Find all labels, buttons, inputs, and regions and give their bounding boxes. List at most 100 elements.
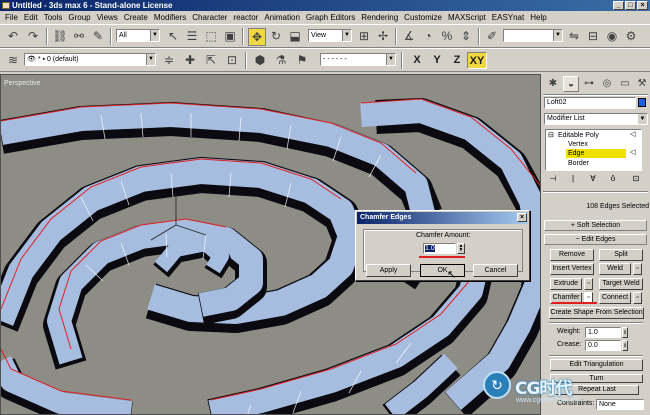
utilities-tab-icon[interactable]: ⚒ <box>634 76 650 92</box>
curve-dropdown[interactable]: - - - - - - ▼ <box>320 53 396 66</box>
viewport-label[interactable]: Perspective <box>4 80 41 87</box>
axis-xy-button[interactable]: XY <box>467 52 487 69</box>
edit-edges-rollout[interactable]: − Edit Edges <box>544 234 647 245</box>
cancel-button[interactable]: Cancel <box>473 264 518 277</box>
collapse-icon[interactable]: ⊟ <box>548 131 554 140</box>
app-icon[interactable] <box>2 2 10 9</box>
layer-manager-icon[interactable]: ≋ <box>5 52 21 68</box>
menu-maxscript[interactable]: MAXScript <box>445 13 489 22</box>
select-and-scale-icon[interactable]: ⬓ <box>287 28 303 44</box>
reactor-cloth-icon[interactable]: ⬢ <box>252 52 268 68</box>
unlink-icon[interactable]: ⚯ <box>71 28 87 44</box>
menu-character[interactable]: Character <box>189 13 230 22</box>
reactor-collection-icon[interactable]: ⚑ <box>294 52 310 68</box>
display-tab-icon[interactable]: ▭ <box>617 76 633 92</box>
weight-field[interactable]: 1.0 <box>585 327 621 338</box>
menu-modifiers[interactable]: Modifiers <box>151 13 189 22</box>
angle-snap-icon[interactable]: ◔ <box>420 28 436 44</box>
select-and-link-icon[interactable]: ⛓ <box>52 28 68 44</box>
menu-file[interactable]: File <box>2 13 21 22</box>
named-selection-icon[interactable]: ✐ <box>484 28 500 44</box>
remove-modifier-icon[interactable]: ō <box>606 174 620 186</box>
crease-field[interactable]: 0.0 <box>585 340 621 351</box>
bind-space-warp-icon[interactable]: ✎ <box>90 28 106 44</box>
redo-icon[interactable]: ↷ <box>25 28 41 44</box>
stack-item-border[interactable]: Border <box>568 159 589 168</box>
menu-reactor[interactable]: reactor <box>230 13 261 22</box>
menu-easynat[interactable]: EASYnat <box>489 13 527 22</box>
select-and-rotate-icon[interactable]: ↻ <box>268 28 284 44</box>
maximize-icon[interactable]: □ <box>625 1 636 10</box>
render-scene-icon[interactable]: ⚙ <box>623 28 639 44</box>
modifier-list-dropdown[interactable]: Modifier List ▼ <box>544 113 648 125</box>
create-tab-icon[interactable]: ✱ <box>545 76 561 92</box>
snap-toggle-icon[interactable]: ∡ <box>401 28 417 44</box>
extrude-settings-button[interactable]: ▫ <box>584 278 593 290</box>
pivot-center-icon[interactable]: ⊞ <box>356 28 372 44</box>
weight-spinner[interactable]: ⇕ <box>622 327 628 338</box>
layer-dropdown[interactable]: 👁 * ▪ 0 (default) ▼ <box>24 53 156 66</box>
named-selection-dropdown[interactable]: ▼ <box>503 29 563 42</box>
chamfer-amount-spinner[interactable]: 1.0 ▲ ▼ <box>423 243 465 254</box>
soft-selection-rollout[interactable]: + Soft Selection <box>544 220 647 231</box>
rectangular-selection-icon[interactable]: ⬚ <box>203 28 219 44</box>
menu-tools[interactable]: Tools <box>41 13 66 22</box>
eye-icon[interactable]: 👁 <box>27 56 38 63</box>
reference-coordinate-dropdown[interactable]: View ▼ <box>308 29 352 42</box>
extrude-button[interactable]: Extrude <box>550 278 582 290</box>
select-and-manipulate-icon[interactable]: ✢ <box>375 28 391 44</box>
undo-icon[interactable]: ↶ <box>5 28 21 44</box>
axis-x-button[interactable]: X <box>408 52 426 69</box>
axis-y-button[interactable]: Y <box>428 52 446 69</box>
menu-edit[interactable]: Edit <box>21 13 41 22</box>
target-weld-button[interactable]: Target Weld <box>599 278 643 290</box>
align-icon[interactable]: ⊟ <box>585 28 601 44</box>
select-layer-objects-icon[interactable]: ⇱ <box>203 52 219 68</box>
axis-z-button[interactable]: Z <box>448 52 466 69</box>
motion-tab-icon[interactable]: ◎ <box>599 76 615 92</box>
create-shape-button[interactable]: Create Shape From Selection <box>549 307 644 319</box>
connect-button[interactable]: Connect <box>599 292 631 304</box>
window-crossing-icon[interactable]: ▣ <box>222 28 238 44</box>
pin-stack-icon[interactable]: ⊣ <box>546 174 560 186</box>
remove-button[interactable]: Remove <box>550 249 594 261</box>
show-end-result-icon[interactable]: | <box>566 174 580 186</box>
make-unique-icon[interactable]: ∀ <box>586 174 600 186</box>
add-to-layer-icon[interactable]: ≑ <box>161 52 177 68</box>
crease-spinner[interactable]: ⇕ <box>622 340 628 351</box>
stack-item-edge[interactable]: Edge <box>566 149 626 158</box>
set-current-layer-icon[interactable]: ⊡ <box>224 52 240 68</box>
object-color-swatch[interactable] <box>638 98 646 107</box>
minimize-icon[interactable]: _ <box>613 1 624 10</box>
weld-button[interactable]: Weld <box>599 263 631 275</box>
select-and-move-icon[interactable]: ✥ <box>248 28 266 46</box>
apply-button[interactable]: Apply <box>366 264 411 277</box>
menu-animation[interactable]: Animation <box>261 13 303 22</box>
reactor-rope-icon[interactable]: ⚗ <box>273 52 289 68</box>
chamfer-amount-field[interactable]: 1.0 <box>423 243 456 254</box>
stack-item-vertex[interactable]: Vertex <box>568 140 588 149</box>
connect-settings-button[interactable]: ▫ <box>633 292 642 304</box>
stack-item-editable-poly[interactable]: Editable Poly <box>558 131 599 140</box>
object-name-field[interactable]: Loft02 <box>544 97 636 109</box>
create-layer-icon[interactable]: ✚ <box>182 52 198 68</box>
menu-create[interactable]: Create <box>121 13 151 22</box>
menu-graph-editors[interactable]: Graph Editors <box>303 13 358 22</box>
percent-snap-icon[interactable]: % <box>439 28 455 44</box>
mirror-icon[interactable]: ⇋ <box>566 28 582 44</box>
select-by-name-icon[interactable]: ☰ <box>184 28 200 44</box>
split-button[interactable]: Split <box>599 249 643 261</box>
material-editor-icon[interactable]: ◉ <box>604 28 620 44</box>
select-object-icon[interactable]: ↖ <box>165 28 181 44</box>
configure-sets-icon[interactable]: ⊡ <box>629 174 643 186</box>
menu-views[interactable]: Views <box>94 13 121 22</box>
spinner-arrows-icon[interactable]: ▲ ▼ <box>457 243 465 254</box>
menu-group[interactable]: Group <box>65 13 93 22</box>
spinner-snap-icon[interactable]: ⇕ <box>458 28 474 44</box>
modify-tab-icon[interactable]: ◒ <box>563 76 579 92</box>
close-icon[interactable]: × <box>637 1 648 10</box>
insert-vertex-button[interactable]: Insert Vertex <box>550 263 594 275</box>
menu-customize[interactable]: Customize <box>401 13 445 22</box>
hierarchy-tab-icon[interactable]: ⊶ <box>581 76 597 92</box>
weld-settings-button[interactable]: ▫ <box>633 263 642 275</box>
